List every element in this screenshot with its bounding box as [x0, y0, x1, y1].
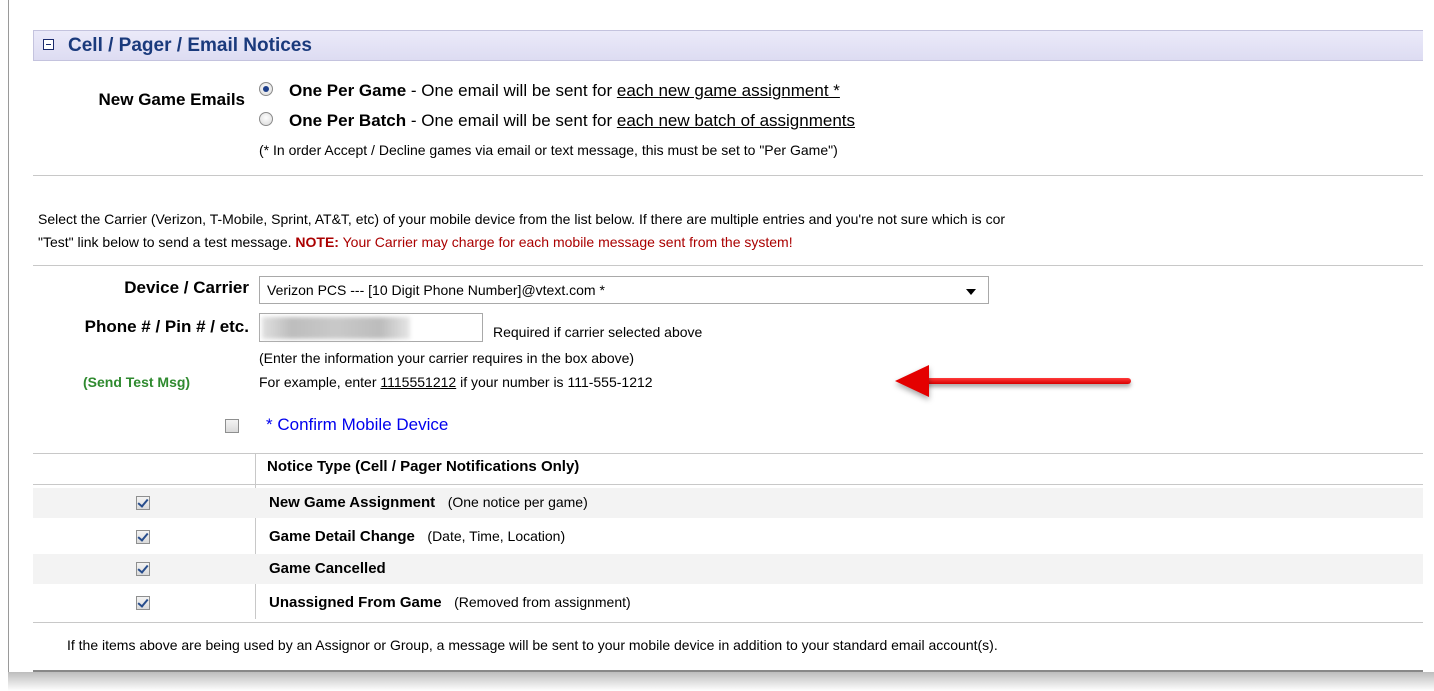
notice-desc: (Removed from assignment)	[454, 594, 631, 610]
footer-note: If the items above are being used by an …	[67, 637, 998, 653]
carrier-select[interactable]: Verizon PCS --- [10 Digit Phone Number]@…	[259, 276, 989, 304]
table-row: Game Detail Change (Date, Time, Location…	[33, 522, 1423, 552]
table-row: Game Cancelled	[33, 554, 1423, 584]
panel-title: Cell / Pager / Email Notices	[68, 35, 312, 56]
game-detail-change-checkbox[interactable]	[136, 530, 150, 544]
divider	[33, 175, 1423, 176]
game-cancelled-checkbox[interactable]	[136, 562, 150, 576]
divider	[33, 265, 1423, 266]
per-game-footnote: (* In order Accept / Decline games via e…	[259, 142, 838, 158]
phone-example-text: For example, enter 1115551212 if your nu…	[259, 374, 653, 390]
table-top-border	[33, 453, 1423, 454]
phone-label: Phone # / Pin # / etc.	[84, 317, 249, 336]
notice-row-label: Game Detail Change (Date, Time, Location…	[269, 528, 565, 545]
redacted-phone-number	[262, 317, 410, 339]
new-game-assignment-checkbox[interactable]	[136, 496, 150, 510]
chevron-down-icon	[966, 289, 976, 295]
notice-name: Game Cancelled	[269, 560, 386, 577]
unassigned-from-game-checkbox[interactable]	[136, 596, 150, 610]
example-number-link[interactable]: 1115551212	[380, 374, 456, 390]
example-prefix: For example, enter	[259, 374, 381, 390]
one-per-game-desc: - One email will be sent for	[406, 81, 617, 100]
note-text: Your Carrier may charge for each mobile …	[338, 234, 793, 250]
panel-header[interactable]: Cell / Pager / Email Notices	[33, 30, 1423, 61]
notice-row-label: New Game Assignment (One notice per game…	[269, 494, 588, 511]
one-per-batch-desc: - One email will be sent for	[406, 111, 617, 130]
carrier-instructions: Select the Carrier (Verizon, T-Mobile, S…	[38, 211, 1006, 227]
carrier-note-line: "Test" link below to send a test message…	[38, 234, 793, 250]
notice-type-header: Notice Type (Cell / Pager Notifications …	[267, 458, 580, 475]
notice-name: Unassigned From Game	[269, 594, 442, 611]
one-per-batch-name: One Per Batch	[289, 111, 407, 130]
notice-desc: (One notice per game)	[447, 494, 588, 510]
device-carrier-label: Device / Carrier	[124, 278, 249, 297]
frame-shadow	[8, 672, 1434, 691]
example-suffix: if your number is 111-555-1212	[456, 374, 653, 390]
one-per-game-link[interactable]: each new game assignment *	[617, 81, 840, 100]
phone-required-text: Required if carrier selected above	[493, 324, 703, 340]
notice-row-label: Unassigned From Game (Removed from assig…	[269, 594, 631, 611]
one-per-batch-link[interactable]: each new batch of assignments	[617, 111, 855, 130]
table-row: Unassigned From Game (Removed from assig…	[33, 588, 1423, 618]
one-per-game-radio[interactable]	[259, 82, 273, 96]
one-per-game-name: One Per Game	[289, 81, 407, 100]
test-link-text: "Test" link below to send a test message…	[38, 234, 296, 250]
new-game-emails-label: New Game Emails	[98, 90, 245, 109]
table-row: New Game Assignment (One notice per game…	[33, 488, 1423, 518]
notice-row-label: Game Cancelled	[269, 560, 386, 577]
table-bottom-border	[33, 622, 1423, 623]
confirm-mobile-label[interactable]: * Confirm Mobile Device	[266, 415, 448, 435]
send-test-msg-link[interactable]: (Send Test Msg)	[83, 374, 190, 390]
note-label: NOTE:	[295, 234, 339, 250]
phone-input[interactable]	[259, 313, 483, 342]
notice-name: Game Detail Change	[269, 528, 415, 545]
one-per-batch-radio[interactable]	[259, 112, 273, 126]
red-arrow-shaft	[913, 378, 1131, 384]
table-header-border	[33, 484, 1423, 485]
confirm-mobile-checkbox[interactable]	[225, 419, 239, 433]
phone-help-text: (Enter the information your carrier requ…	[259, 350, 635, 366]
notices-panel: Cell / Pager / Email Notices New Game Em…	[33, 30, 1423, 672]
frame-border	[8, 0, 9, 691]
one-per-game-option: One Per Game - One email will be sent fo…	[289, 81, 840, 101]
one-per-batch-option: One Per Batch - One email will be sent f…	[289, 111, 855, 131]
notice-desc: (Date, Time, Location)	[427, 528, 566, 544]
collapse-icon[interactable]	[43, 39, 54, 50]
red-arrow-icon	[895, 365, 929, 397]
carrier-select-value: Verizon PCS --- [10 Digit Phone Number]@…	[267, 282, 605, 298]
notice-name: New Game Assignment	[269, 494, 436, 511]
